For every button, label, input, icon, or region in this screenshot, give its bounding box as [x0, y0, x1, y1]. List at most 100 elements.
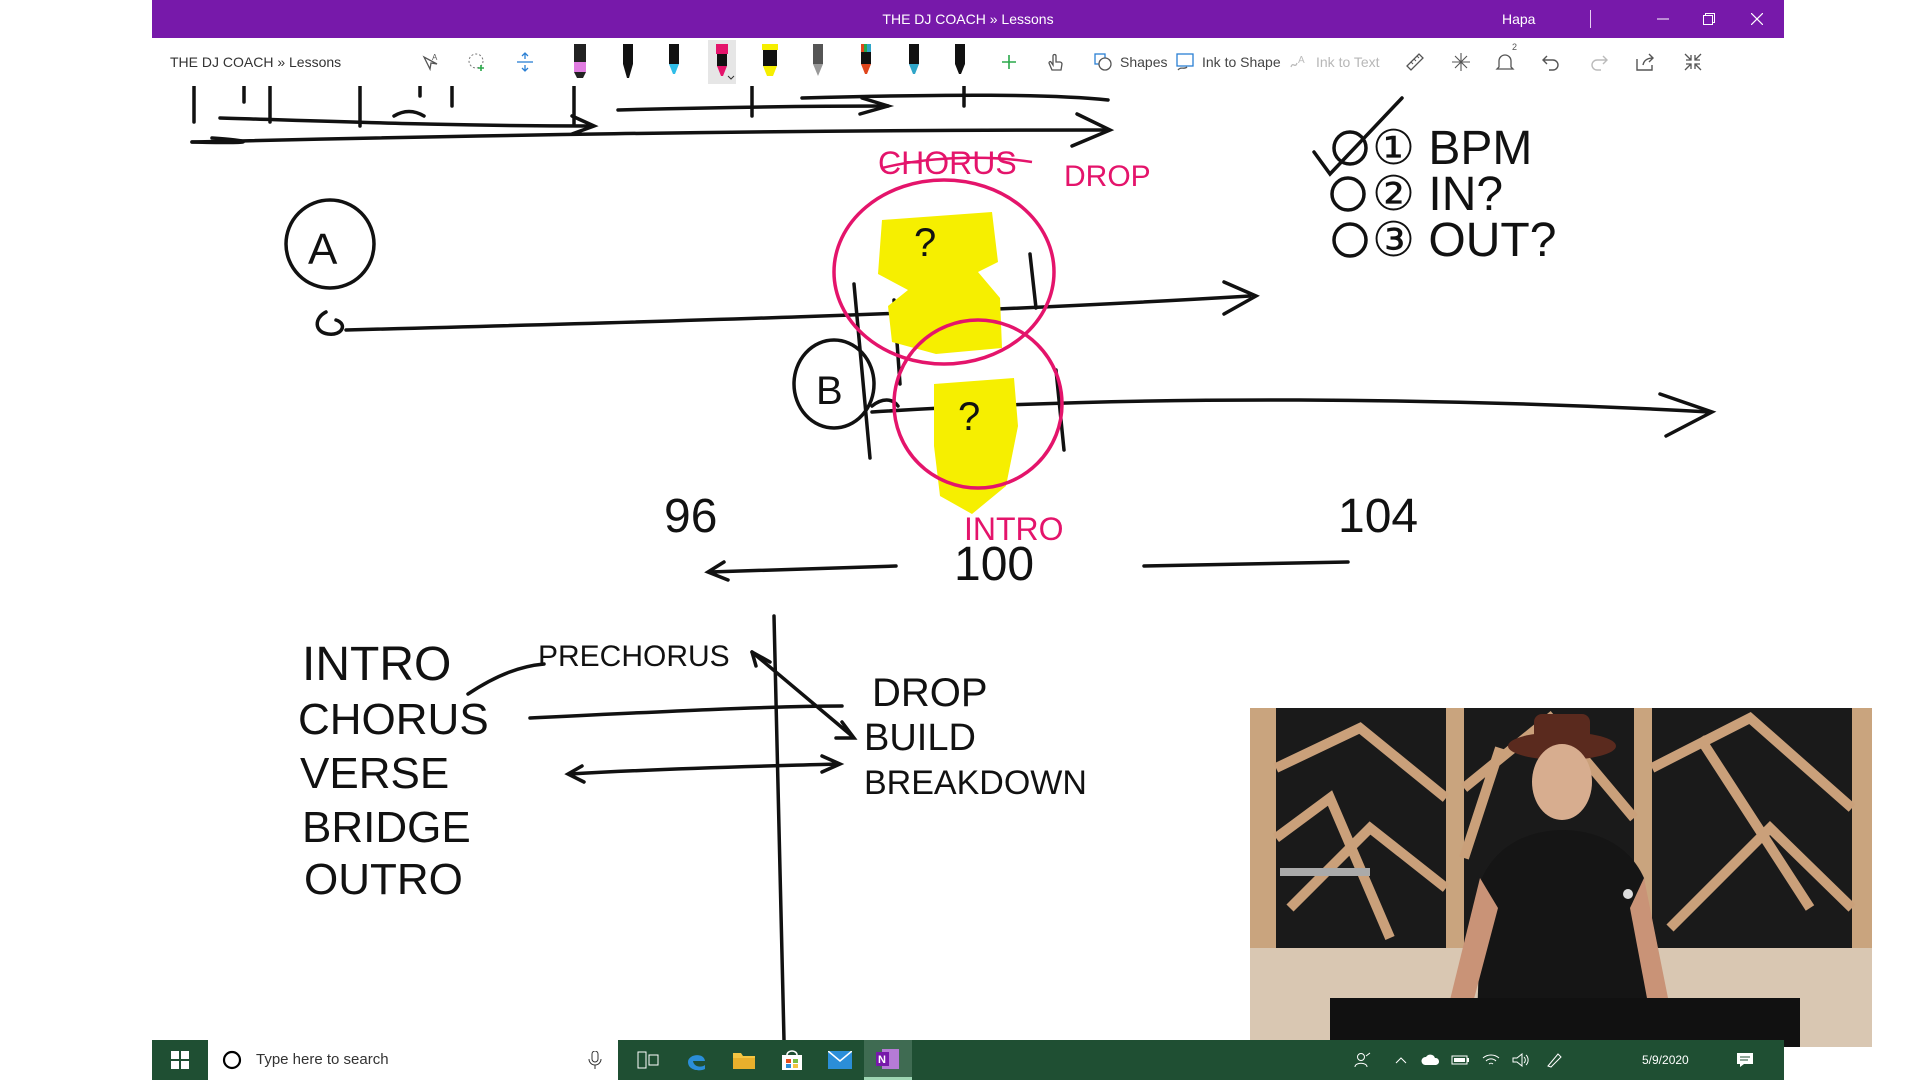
show-hidden-icons-button[interactable] [1388, 1040, 1414, 1080]
ruler-button[interactable] [1404, 44, 1426, 80]
label-track-a: A [308, 225, 338, 274]
edge-button[interactable] [672, 1040, 720, 1080]
structure-chorus: CHORUS [298, 695, 489, 744]
shapes-button[interactable]: Shapes [1092, 44, 1167, 80]
pen-black[interactable] [946, 40, 974, 84]
onenote-icon: N [876, 1048, 899, 1069]
pen-rainbow[interactable] [852, 40, 880, 84]
structure-bridge: BRIDGE [302, 803, 471, 852]
redo-icon [1591, 55, 1608, 71]
question-mark-bottom: ? [958, 395, 980, 439]
insert-space-icon [517, 52, 533, 72]
pencil-icon [813, 44, 823, 76]
pen-icon [623, 44, 633, 78]
windows-taskbar: Type here to search N 5/9/2020 [152, 1040, 1784, 1080]
bell-icon [1495, 54, 1515, 70]
user-name[interactable]: Hapa [1502, 0, 1535, 38]
cloud-icon [1421, 1054, 1440, 1065]
pen-3[interactable] [660, 40, 688, 84]
edge-icon [688, 1055, 705, 1071]
collapse-icon [1684, 53, 1702, 71]
title-bar: THE DJ COACH » Lessons Hapa [152, 0, 1784, 38]
ink-to-text-label: Ink to Text [1316, 54, 1380, 70]
stand [1280, 868, 1370, 876]
webcam-scene [1250, 708, 1872, 1047]
notebook-breadcrumb[interactable]: THE DJ COACH » Lessons [170, 38, 341, 86]
draw-toolbar: THE DJ COACH » Lessons A Shapes Ink to S… [152, 38, 1784, 86]
ink-to-shape-label: Ink to Shape [1202, 54, 1281, 70]
pen-icon [861, 44, 871, 74]
file-explorer-button[interactable] [720, 1040, 768, 1080]
structure-intro: INTRO [302, 638, 451, 691]
taskbar-date[interactable]: 5/9/2020 [1642, 1040, 1689, 1080]
share-icon [1636, 53, 1654, 71]
lasso-select-button[interactable]: A [420, 44, 442, 80]
question-mark-top: ? [914, 221, 936, 265]
bpm-104: 104 [1338, 490, 1418, 543]
title-separator [1590, 10, 1591, 28]
structure-verse: VERSE [300, 749, 449, 798]
ink-to-shape-button[interactable]: Ink to Shape [1174, 44, 1281, 80]
structure-breakdown: BREAKDOWN [864, 764, 1087, 802]
pencil-grey[interactable] [804, 40, 832, 84]
ink-to-text-icon: A [1290, 55, 1305, 68]
insert-space-button[interactable] [514, 44, 536, 80]
webcam-video [1250, 708, 1872, 1047]
notification-count: 2 [1512, 42, 1518, 52]
mail-button[interactable] [816, 1040, 864, 1080]
redo-button[interactable] [1588, 44, 1610, 80]
highlighter-icon [762, 44, 778, 76]
sparkle-icon [1452, 53, 1470, 71]
chevron-up-icon [1395, 1057, 1407, 1064]
ink-structure-lines [466, 614, 858, 1040]
onenote-button[interactable]: N [864, 1040, 912, 1080]
pen-4-selected[interactable] [708, 40, 736, 84]
lasso-tool-button[interactable] [466, 44, 488, 80]
ink-track-a [284, 198, 1260, 460]
full-screen-button[interactable] [1682, 44, 1704, 80]
plus-icon [1002, 55, 1016, 69]
share-button[interactable] [1634, 44, 1656, 80]
touch-draw-button[interactable] [1044, 44, 1066, 80]
add-pen-button[interactable] [998, 44, 1020, 80]
taskbar-search-box[interactable]: Type here to search [208, 1040, 618, 1080]
lasso-select-icon: A [422, 53, 438, 72]
store-icon [782, 1050, 802, 1070]
network-tray-button[interactable] [1478, 1040, 1504, 1080]
pen-workspace-button[interactable] [1542, 1040, 1568, 1080]
highlighter-yellow[interactable] [756, 40, 784, 84]
svg-text:A: A [1298, 55, 1305, 66]
onedrive-tray-button[interactable] [1418, 1040, 1444, 1080]
pen-icon [574, 44, 586, 78]
bpm-100: 100 [954, 538, 1034, 591]
restore-button[interactable] [1682, 0, 1736, 38]
pen-2[interactable] [614, 40, 642, 84]
restore-icon [1703, 13, 1715, 25]
volume-tray-button[interactable] [1508, 1040, 1534, 1080]
structure-outro: OUTRO [304, 855, 463, 904]
close-button[interactable] [1730, 0, 1784, 38]
notifications-button[interactable]: 2 [1494, 42, 1518, 80]
undo-button[interactable] [1540, 44, 1562, 80]
shapes-icon [1094, 53, 1112, 71]
action-center-button[interactable] [1730, 1040, 1760, 1080]
svg-text:A: A [432, 53, 438, 62]
store-button[interactable] [768, 1040, 816, 1080]
pen-1[interactable] [566, 40, 594, 84]
task-view-button[interactable] [624, 1040, 672, 1080]
action-center-icon [1737, 1053, 1753, 1067]
label-chorus: CHORUS [878, 145, 1017, 181]
bpm-96: 96 [664, 490, 717, 543]
ink-replay-button[interactable] [1450, 44, 1472, 80]
shapes-label: Shapes [1120, 54, 1168, 70]
undo-icon [1542, 55, 1559, 71]
start-button[interactable] [152, 1040, 208, 1080]
microphone-icon[interactable] [588, 1051, 602, 1069]
people-button[interactable] [1348, 1040, 1378, 1080]
pen-galaxy[interactable] [900, 40, 928, 84]
pen-icon [909, 44, 919, 74]
structure-prechorus: PRECHORUS [538, 640, 730, 673]
ink-to-text-button[interactable]: A Ink to Text [1288, 44, 1380, 80]
battery-tray-button[interactable] [1448, 1040, 1474, 1080]
file-explorer-icon [733, 1053, 755, 1069]
